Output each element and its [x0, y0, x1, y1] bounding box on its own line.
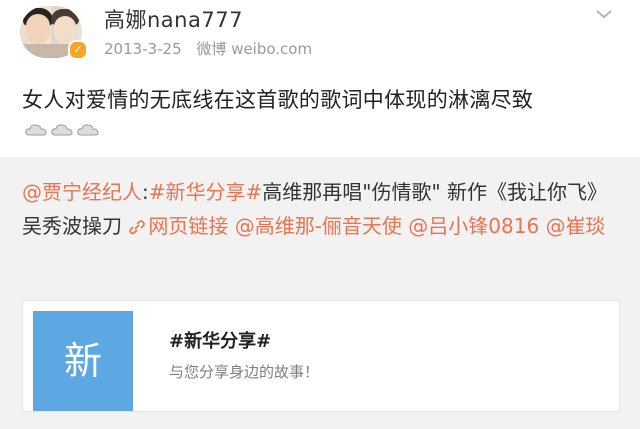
post-source: 微博 weibo.com — [196, 40, 313, 58]
card-thumbnail: 新 — [33, 311, 133, 411]
emoji-row — [24, 120, 102, 142]
card-description: 与您分享身边的故事！ — [169, 363, 320, 381]
web-link[interactable]: 网页链接 — [128, 214, 228, 238]
card-title: #新华分享# — [169, 331, 272, 352]
mention-2[interactable]: @吕小锋0816 — [408, 214, 539, 238]
topic-link[interactable]: #新华分享# — [149, 180, 263, 204]
cloud-emoji — [24, 120, 48, 138]
mention-3[interactable]: @崔琰 — [546, 214, 606, 238]
verified-icon: ✓ — [68, 40, 88, 60]
mention-author[interactable]: @贾宁经纪人 — [22, 180, 142, 204]
cloud-emoji — [50, 120, 74, 138]
cloud-emoji — [76, 120, 100, 138]
post-text: 女人对爱情的无底线在这首歌的歌词中体现的淋漓尽致 — [22, 88, 534, 112]
repost-container: @贾宁经纪人:#新华分享#高维那再唱"伤情歌" 新作《我让你飞》吴秀波操刀 网页… — [0, 157, 640, 429]
post-meta: 2013-3-25 微博 weibo.com — [104, 38, 322, 59]
link-label: 网页链接 — [148, 214, 229, 238]
link-card[interactable]: 新 #新华分享# 与您分享身边的故事！ — [22, 300, 620, 412]
chevron-down-icon[interactable] — [592, 2, 616, 26]
repost-text: @贾宁经纪人:#新华分享#高维那再唱"伤情歌" 新作《我让你飞》吴秀波操刀 网页… — [22, 175, 622, 243]
link-icon — [129, 220, 146, 235]
post-header: ✓ 高娜nana777 2013-3-25 微博 weibo.com — [0, 0, 640, 70]
colon: : — [142, 180, 149, 204]
post-date: 2013-3-25 — [104, 40, 182, 58]
username[interactable]: 高娜nana777 — [104, 4, 243, 34]
mention-1[interactable]: @高维那-俪音天使 — [235, 214, 402, 238]
